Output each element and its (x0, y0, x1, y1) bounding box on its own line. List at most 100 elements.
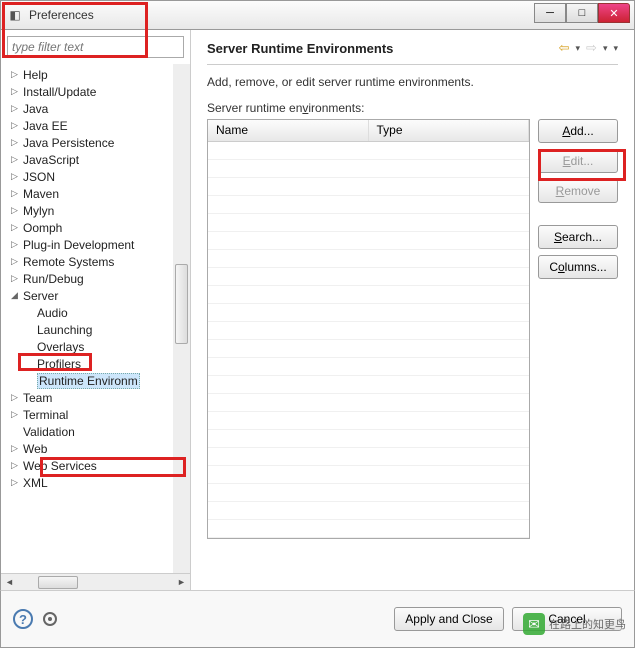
expand-icon[interactable]: ▷ (11, 256, 23, 267)
expand-icon[interactable]: ▷ (11, 273, 23, 284)
expand-icon[interactable]: ▷ (11, 137, 23, 148)
tree-item-label: JSON (23, 170, 55, 184)
tree-item-oomph[interactable]: ▷Oomph (5, 219, 190, 236)
preferences-tree[interactable]: ▷Help▷Install/Update▷Java▷Java EE▷Java P… (1, 64, 190, 573)
expand-icon[interactable]: ▷ (11, 222, 23, 233)
table-row (208, 268, 529, 286)
tree-item-label: Oomph (23, 221, 62, 235)
preferences-detail-panel: Server Runtime Environments ⇦ ▾ ⇨ ▾ ▾ Ad… (191, 30, 634, 590)
scroll-left-icon[interactable]: ◄ (1, 574, 18, 591)
tree-item-label: Mylyn (23, 204, 54, 218)
tree-item-java[interactable]: ▷Java (5, 100, 190, 117)
table-row (208, 160, 529, 178)
tree-item-mylyn[interactable]: ▷Mylyn (5, 202, 190, 219)
tree-item-label: XML (23, 476, 48, 490)
tree-item-javascript[interactable]: ▷JavaScript (5, 151, 190, 168)
oomph-recorder-icon[interactable] (43, 612, 57, 626)
tree-item-xml[interactable]: ▷XML (5, 474, 190, 491)
tree-item-label: Launching (37, 323, 92, 337)
collapse-icon[interactable]: ◢ (11, 290, 23, 301)
expand-icon[interactable]: ▷ (11, 477, 23, 488)
column-header-name[interactable]: Name (208, 120, 369, 141)
tree-item-team[interactable]: ▷Team (5, 389, 190, 406)
expand-icon[interactable]: ▷ (11, 171, 23, 182)
tree-item-label: Server (23, 289, 58, 303)
tree-item-label: Run/Debug (23, 272, 84, 286)
expand-icon[interactable]: ▷ (11, 409, 23, 420)
maximize-button[interactable]: □ (566, 3, 598, 23)
expand-icon[interactable]: ▷ (11, 392, 23, 403)
table-row (208, 232, 529, 250)
columns-button[interactable]: Columns... (538, 255, 618, 279)
table-row (208, 178, 529, 196)
expand-icon[interactable]: ▷ (11, 103, 23, 114)
tree-item-help[interactable]: ▷Help (5, 66, 190, 83)
expand-icon[interactable]: ▷ (11, 154, 23, 165)
tree-item-remote-systems[interactable]: ▷Remote Systems (5, 253, 190, 270)
edit-button[interactable]: Edit... (538, 149, 618, 173)
tree-item-java-persistence[interactable]: ▷Java Persistence (5, 134, 190, 151)
tree-item-plug-in-development[interactable]: ▷Plug-in Development (5, 236, 190, 253)
tree-item-label: Help (23, 68, 48, 82)
table-row (208, 142, 529, 160)
tree-item-json[interactable]: ▷JSON (5, 168, 190, 185)
tree-horizontal-scrollbar[interactable]: ◄ ► (1, 573, 190, 590)
add-button[interactable]: Add... (538, 119, 618, 143)
wechat-icon: ✉ (523, 613, 545, 635)
runtime-environments-table[interactable]: Name Type (207, 119, 530, 539)
filter-input[interactable] (7, 36, 184, 58)
tree-item-label: Plug-in Development (23, 238, 134, 252)
tree-item-overlays[interactable]: Overlays (5, 338, 190, 355)
table-row (208, 520, 529, 538)
expand-icon[interactable]: ▷ (11, 205, 23, 216)
expand-icon[interactable]: ▷ (11, 188, 23, 199)
back-icon[interactable]: ⇦ (559, 40, 570, 56)
tree-item-launching[interactable]: Launching (5, 321, 190, 338)
tree-item-label: Runtime Environm (37, 373, 140, 389)
minimize-button[interactable]: ─ (534, 3, 566, 23)
search-button[interactable]: Search... (538, 225, 618, 249)
watermark: ✉ 在路上的知更鸟 (523, 613, 626, 635)
expand-icon[interactable]: ▷ (11, 86, 23, 97)
tree-item-audio[interactable]: Audio (5, 304, 190, 321)
expand-icon[interactable]: ▷ (11, 239, 23, 250)
tree-item-profilers[interactable]: Profilers (5, 355, 190, 372)
tree-item-label: Validation (23, 425, 75, 439)
back-menu-icon[interactable]: ▾ (576, 43, 581, 54)
tree-item-runtime-environm[interactable]: Runtime Environm (5, 372, 190, 389)
remove-button[interactable]: Remove (538, 179, 618, 203)
tree-vertical-scrollbar[interactable] (173, 64, 190, 573)
scroll-right-icon[interactable]: ► (173, 574, 190, 591)
column-header-type[interactable]: Type (369, 120, 530, 141)
close-button[interactable]: ✕ (598, 3, 630, 23)
apply-and-close-button[interactable]: Apply and Close (394, 607, 504, 631)
table-row (208, 466, 529, 484)
tree-item-label: Java Persistence (23, 136, 114, 150)
tree-item-label: Audio (37, 306, 68, 320)
help-icon[interactable]: ? (13, 609, 33, 629)
table-row (208, 376, 529, 394)
tree-item-java-ee[interactable]: ▷Java EE (5, 117, 190, 134)
expand-icon[interactable]: ▷ (11, 69, 23, 80)
panel-description: Add, remove, or edit server runtime envi… (207, 75, 618, 89)
tree-item-web[interactable]: ▷Web (5, 440, 190, 457)
tree-item-run-debug[interactable]: ▷Run/Debug (5, 270, 190, 287)
tree-item-validation[interactable]: Validation (5, 423, 190, 440)
window-title: Preferences (29, 8, 94, 22)
table-row (208, 214, 529, 232)
expand-icon[interactable]: ▷ (11, 460, 23, 471)
tree-item-install-update[interactable]: ▷Install/Update (5, 83, 190, 100)
tree-item-maven[interactable]: ▷Maven (5, 185, 190, 202)
watermark-text: 在路上的知更鸟 (549, 616, 626, 632)
tree-item-label: Java (23, 102, 48, 116)
tree-item-server[interactable]: ◢Server (5, 287, 190, 304)
expand-icon[interactable]: ▷ (11, 443, 23, 454)
view-menu-icon[interactable]: ▾ (613, 43, 618, 54)
forward-menu-icon[interactable]: ▾ (603, 43, 608, 54)
table-row (208, 412, 529, 430)
forward-icon[interactable]: ⇨ (586, 40, 597, 56)
tree-item-web-services[interactable]: ▷Web Services (5, 457, 190, 474)
app-icon: ◧ (7, 7, 23, 23)
tree-item-terminal[interactable]: ▷Terminal (5, 406, 190, 423)
expand-icon[interactable]: ▷ (11, 120, 23, 131)
